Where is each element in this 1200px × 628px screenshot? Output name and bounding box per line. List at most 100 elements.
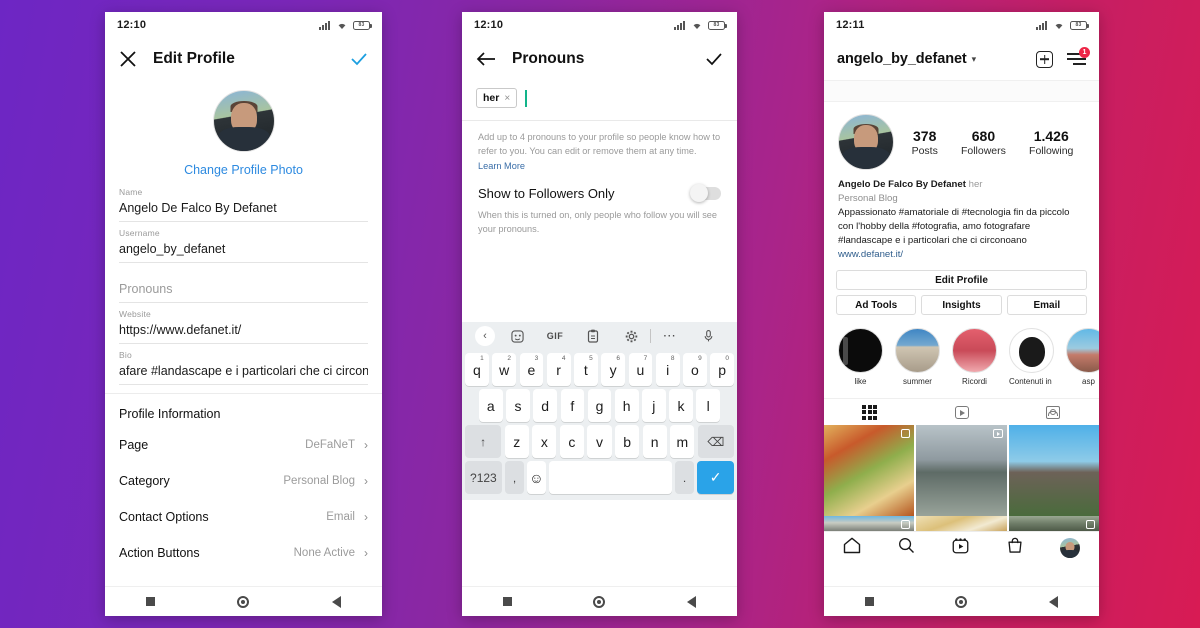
backspace-key[interactable]: ⌫	[697, 425, 734, 459]
back-icon[interactable]	[331, 595, 341, 608]
key-u[interactable]: 7u	[628, 353, 653, 387]
close-icon[interactable]: ×	[504, 93, 510, 104]
row-action-buttons[interactable]: Action Buttons None Active ›	[105, 535, 382, 571]
sticker-icon[interactable]	[498, 329, 536, 343]
emoji-key[interactable]: ☺	[527, 461, 546, 495]
profile-avatar[interactable]	[1060, 538, 1081, 559]
gear-icon[interactable]	[612, 330, 650, 343]
key-o[interactable]: 9o	[683, 353, 707, 387]
key-s[interactable]: s	[506, 389, 530, 423]
learn-more-link[interactable]: Learn More	[478, 161, 525, 171]
key-g[interactable]: g	[587, 389, 612, 423]
highlight-contenuti[interactable]: Contenuti in evi	[1009, 328, 1054, 386]
arrow-left-icon[interactable]	[476, 51, 496, 67]
gif-icon[interactable]: GIF	[536, 331, 574, 341]
change-profile-photo-link[interactable]: Change Profile Photo	[105, 152, 382, 181]
field-bio-value[interactable]: afare #landascape e i particolari che ci…	[119, 360, 368, 385]
field-pronouns[interactable]: Pronouns	[105, 263, 382, 303]
home-icon[interactable]	[843, 537, 861, 559]
key-x[interactable]: x	[532, 425, 557, 459]
bio-link[interactable]: www.defanet.it/	[838, 248, 1085, 262]
key-y[interactable]: 6y	[601, 353, 625, 387]
highlight-summer[interactable]: summer	[895, 328, 940, 386]
shift-key[interactable]: ↑	[465, 425, 502, 459]
home-icon[interactable]	[955, 595, 968, 608]
key-q[interactable]: 1q	[465, 353, 489, 387]
tab-reels[interactable]	[916, 399, 1008, 425]
key-d[interactable]: d	[533, 389, 557, 423]
show-to-followers-toggle[interactable]	[690, 183, 721, 202]
field-username-value[interactable]: angelo_by_defanet	[119, 238, 368, 263]
key-m[interactable]: m	[670, 425, 695, 459]
key-j[interactable]: j	[642, 389, 666, 423]
field-website-value[interactable]: https://www.defanet.it/	[119, 319, 368, 344]
key-i[interactable]: 8i	[655, 353, 680, 387]
shop-icon[interactable]	[1007, 537, 1023, 559]
period-key[interactable]: .	[675, 461, 694, 495]
check-icon[interactable]	[705, 50, 723, 68]
field-username[interactable]: Username angelo_by_defanet	[105, 222, 382, 263]
tab-grid[interactable]	[824, 399, 916, 425]
row-category[interactable]: Category Personal Blog ›	[105, 463, 382, 499]
key-p[interactable]: 0p	[710, 353, 734, 387]
key-n[interactable]: n	[642, 425, 667, 459]
enter-key[interactable]: ✓	[697, 461, 735, 495]
check-icon[interactable]	[350, 50, 368, 68]
grid-item[interactable]	[916, 515, 1007, 531]
close-icon[interactable]	[119, 50, 137, 68]
back-icon[interactable]	[687, 595, 697, 608]
edit-profile-button[interactable]: Edit Profile	[836, 270, 1087, 291]
field-pronouns-placeholder[interactable]: Pronouns	[119, 271, 368, 303]
key-l[interactable]: l	[696, 389, 721, 423]
avatar[interactable]	[212, 90, 275, 152]
back-icon[interactable]	[1049, 595, 1059, 608]
field-name-value[interactable]: Angelo De Falco By Defanet	[119, 197, 368, 222]
home-icon[interactable]	[593, 595, 606, 608]
key-z[interactable]: z	[504, 425, 529, 459]
key-v[interactable]: v	[587, 425, 612, 459]
search-icon[interactable]	[898, 537, 915, 559]
chevron-left-icon[interactable]: ‹	[472, 326, 498, 347]
menu-icon[interactable]: 1	[1067, 47, 1090, 66]
key-c[interactable]: c	[559, 425, 584, 459]
field-website[interactable]: Website https://www.defanet.it/	[105, 303, 382, 344]
key-e[interactable]: 3e	[519, 353, 544, 387]
show-to-followers-row[interactable]: Show to Followers Only	[462, 173, 737, 202]
more-icon[interactable]: ⋯	[651, 328, 689, 344]
pronoun-chip[interactable]: her ×	[476, 88, 518, 108]
ad-tools-button[interactable]: Ad Tools	[836, 295, 917, 316]
chevron-down-icon[interactable]: ▾	[972, 54, 977, 65]
recents-icon[interactable]	[146, 597, 156, 606]
insights-button[interactable]: Insights	[921, 295, 1002, 316]
grid-item[interactable]	[824, 425, 915, 516]
profile-username[interactable]: angelo_by_defanet	[837, 51, 967, 67]
key-k[interactable]: k	[669, 389, 693, 423]
highlight-asp[interactable]: asp	[1066, 328, 1099, 386]
field-name[interactable]: Name Angelo De Falco By Defanet	[105, 181, 382, 222]
pronoun-input-row[interactable]: her ×	[462, 80, 737, 120]
grid-item[interactable]	[1008, 515, 1099, 531]
row-page[interactable]: Page DeFaNeT ›	[105, 427, 382, 463]
key-h[interactable]: h	[614, 389, 639, 423]
key-t[interactable]: 5t	[574, 353, 598, 387]
grid-item[interactable]	[824, 515, 915, 531]
grid-item[interactable]	[916, 425, 1007, 516]
row-contact-options[interactable]: Contact Options Email ›	[105, 499, 382, 535]
stat-following[interactable]: 1.426 Following	[1029, 128, 1073, 157]
key-b[interactable]: b	[615, 425, 640, 459]
highlight-ricordi[interactable]: Ricordi	[952, 328, 997, 386]
home-icon[interactable]	[237, 595, 250, 608]
space-key[interactable]	[549, 461, 672, 495]
email-button[interactable]: Email	[1006, 295, 1087, 316]
recents-icon[interactable]	[864, 597, 874, 606]
comma-key[interactable]: ,	[505, 461, 524, 495]
mic-icon[interactable]	[689, 329, 727, 343]
highlight-like[interactable]: like	[838, 328, 883, 386]
new-post-icon[interactable]	[1036, 50, 1053, 68]
recents-icon[interactable]	[502, 597, 512, 606]
key-a[interactable]: a	[478, 389, 503, 423]
grid-item[interactable]	[1008, 425, 1099, 516]
stat-followers[interactable]: 680 Followers	[961, 128, 1006, 157]
field-bio[interactable]: Bio afare #landascape e i particolari ch…	[105, 344, 382, 385]
reels-icon[interactable]	[952, 538, 969, 559]
